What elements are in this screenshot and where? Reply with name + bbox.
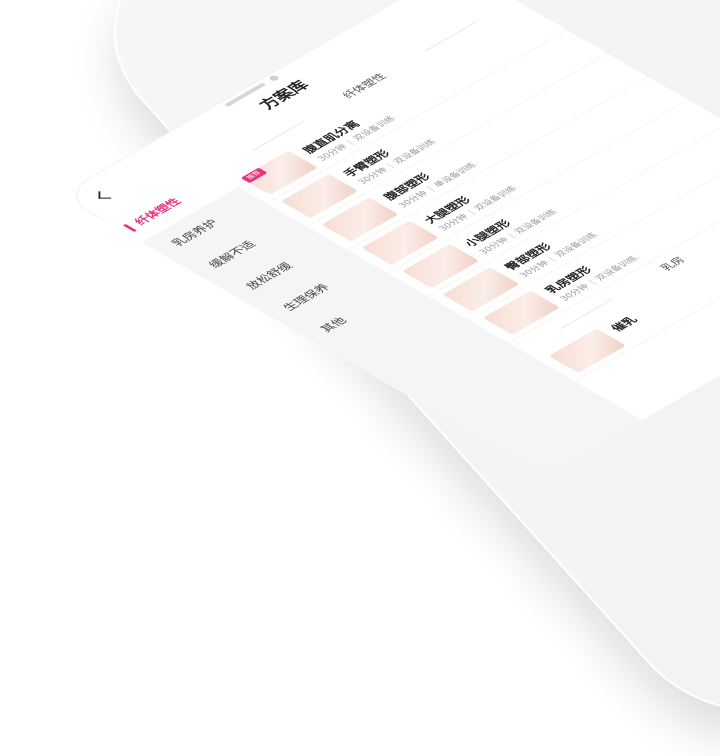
meta-divider: | bbox=[505, 232, 518, 239]
plan-name: 催乳 bbox=[607, 314, 641, 334]
meta-divider: | bbox=[586, 278, 598, 286]
meta-divider: | bbox=[545, 255, 558, 263]
meta-divider: | bbox=[344, 139, 356, 146]
front-camera bbox=[267, 74, 281, 82]
meta-divider: | bbox=[424, 185, 437, 193]
meta-divider: | bbox=[384, 162, 397, 169]
meta-divider: | bbox=[465, 208, 477, 216]
